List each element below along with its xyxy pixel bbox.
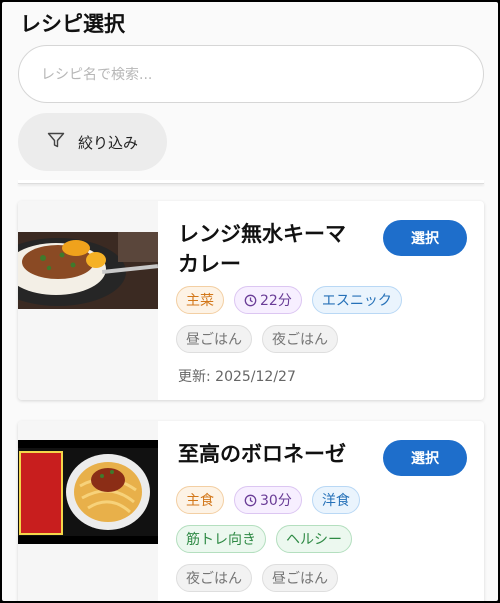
search-input[interactable] (41, 64, 461, 86)
thumbnail-area (18, 201, 158, 400)
genre-tag: 洋食 (311, 486, 360, 514)
select-button[interactable]: 選択 (383, 220, 467, 256)
filter-label: 絞り込み (78, 133, 139, 152)
feature-tag-row: 筋トレ向き ヘルシー (176, 525, 352, 553)
meal-tag: 昼ごはん (262, 564, 338, 592)
list-divider (18, 180, 484, 184)
feature-tag: 筋トレ向き (176, 525, 266, 553)
feature-tag: ヘルシー (276, 525, 352, 553)
recipe-card[interactable]: レンジ無水キーマカレー 選択 主菜 22分 エスニック 昼ごはん 夜ごはん 更新… (18, 201, 484, 400)
category-tag: 主食 (176, 486, 224, 514)
time-tag: 22分 (234, 286, 302, 314)
time-tag: 30分 (234, 486, 302, 514)
time-label: 22分 (260, 293, 292, 309)
tag-row: 主菜 22分 エスニック (176, 286, 402, 314)
time-label: 30分 (260, 493, 292, 509)
recipe-thumbnail (18, 440, 158, 544)
genre-tag: エスニック (311, 286, 402, 314)
filter-icon (46, 130, 66, 154)
thumbnail-area (18, 421, 158, 601)
page-title: レシピ選択 (20, 12, 125, 36)
filter-button[interactable]: 絞り込み (18, 113, 167, 171)
recipe-name: レンジ無水キーマカレー (178, 222, 346, 276)
search-box[interactable] (18, 45, 484, 103)
recipe-select-screen: レシピ選択 絞り込み (2, 2, 498, 601)
meal-tag: 昼ごはん (176, 325, 252, 353)
meal-tag: 夜ごはん (262, 325, 338, 353)
category-tag: 主菜 (176, 286, 224, 314)
recipe-card[interactable]: 至高のボロネーゼ 選択 主食 30分 洋食 筋トレ向き ヘルシー 夜ごはん 昼ご… (18, 421, 484, 601)
tag-row: 主食 30分 洋食 (176, 486, 360, 514)
clock-icon (244, 494, 257, 506)
meal-tag: 夜ごはん (176, 564, 252, 592)
recipe-name: 至高のボロネーゼ (178, 442, 346, 466)
updated-date: 更新: 2025/12/27 (178, 369, 296, 385)
clock-icon (244, 294, 257, 306)
select-button[interactable]: 選択 (383, 440, 467, 476)
meal-tag-row: 夜ごはん 昼ごはん (176, 564, 338, 592)
recipe-thumbnail (18, 232, 158, 309)
meal-tag-row: 昼ごはん 夜ごはん (176, 325, 338, 353)
